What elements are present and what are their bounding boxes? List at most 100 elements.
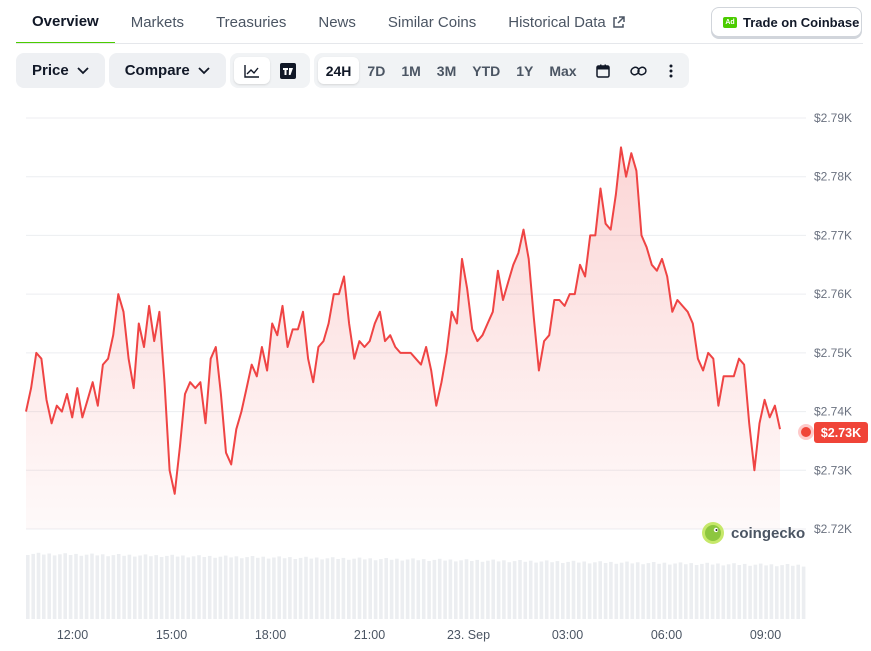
volume-bar	[748, 565, 752, 619]
volume-bar	[700, 563, 704, 619]
volume-bar	[732, 563, 736, 619]
y-tick-label: $2.75K	[814, 346, 852, 360]
volume-bar	[571, 560, 576, 619]
tab-label: Markets	[130, 13, 185, 31]
compare-dropdown[interactable]: Compare	[108, 53, 226, 88]
volume-bar	[496, 561, 501, 619]
chart-toolbar: Price Compare 24H 7D 1M 3M YTD 1Y Max	[16, 53, 689, 88]
volume-bar	[256, 557, 260, 619]
tradingview-button[interactable]	[270, 57, 306, 84]
y-tick-label: $2.74K	[814, 405, 852, 419]
volume-bar	[42, 554, 46, 619]
volume-bar	[593, 562, 597, 619]
price-chart[interactable]: $2.79K $2.78K $2.77K $2.76K $2.75K $2.74K $2.7…	[0, 95, 871, 651]
range-1y[interactable]: 1Y	[508, 57, 541, 84]
volume-bar	[502, 560, 506, 619]
range-3m[interactable]: 3M	[429, 57, 464, 84]
volume-bar	[379, 559, 383, 619]
share-link-button[interactable]	[621, 57, 657, 84]
volume-bar	[619, 562, 624, 619]
range-1m[interactable]: 1M	[393, 57, 428, 84]
volume-bar	[480, 561, 485, 619]
x-tick-label: 09:00	[750, 628, 781, 642]
x-tick-label: 15:00	[156, 628, 187, 642]
volume-bar	[272, 557, 276, 619]
volume-bar	[651, 562, 656, 619]
volume-bar	[791, 565, 795, 619]
volume-bar	[780, 565, 784, 619]
volume-bar	[79, 555, 84, 619]
price-dropdown[interactable]: Price	[16, 53, 105, 88]
current-price-label: $2.73K	[821, 426, 861, 440]
tab-overview[interactable]: Overview	[16, 0, 115, 44]
more-options-button[interactable]	[657, 57, 685, 84]
volume-bar	[47, 553, 51, 619]
volume-bar	[598, 561, 602, 619]
volume-bar	[716, 563, 720, 619]
range-max[interactable]: Max	[541, 57, 584, 84]
volume-bar	[630, 563, 635, 619]
volume-bar	[673, 563, 677, 619]
volume-bar	[550, 562, 554, 619]
line-chart-button[interactable]	[233, 57, 270, 84]
volume-bar	[282, 558, 287, 619]
volume-bar	[347, 559, 351, 619]
volume-bar	[159, 557, 164, 619]
tab-label: Overview	[32, 12, 99, 30]
volume-bar	[668, 564, 672, 619]
volume-bar	[758, 563, 763, 619]
volume-bar	[518, 560, 522, 619]
tab-treasuries[interactable]: Treasuries	[200, 0, 302, 44]
tab-markets[interactable]: Markets	[115, 0, 200, 44]
x-axis: 12:00 15:00 18:00 21:00 23. Sep 03:00 06:00 09:…	[57, 628, 781, 642]
volume-bar	[785, 564, 790, 619]
range-7d[interactable]: 7D	[359, 57, 393, 84]
volume-bar	[614, 563, 619, 619]
volume-bar	[277, 556, 281, 619]
volume-bar	[775, 566, 779, 619]
volume-bar	[58, 554, 62, 619]
volume-bar	[106, 556, 110, 619]
coin-tabs: Overview Markets Treasuries News Similar…	[16, 0, 641, 44]
volume-bar	[448, 559, 453, 619]
volume-bar	[721, 565, 726, 619]
current-price-dot	[798, 424, 814, 440]
volume-bar	[464, 559, 469, 619]
volume-bar	[298, 557, 303, 619]
date-range-button[interactable]	[585, 57, 621, 84]
volume-bar	[400, 560, 405, 619]
chart-type-group	[229, 53, 310, 88]
volume-bar	[288, 557, 292, 619]
range-label: 3M	[436, 62, 457, 79]
volume-bar	[641, 564, 645, 619]
volume-bar	[416, 560, 421, 619]
volume-bar	[539, 561, 544, 619]
range-label: YTD	[472, 62, 501, 79]
tab-historical-data[interactable]: Historical Data	[492, 0, 641, 44]
y-tick-label: $2.78K	[814, 170, 852, 184]
volume-bar	[384, 558, 388, 619]
volume-bars	[26, 552, 806, 619]
volume-bar	[341, 557, 346, 619]
volume-bar	[395, 558, 399, 619]
volume-bar	[432, 559, 437, 619]
volume-bar	[507, 562, 512, 619]
tab-news[interactable]: News	[302, 0, 372, 44]
trade-on-coinbase-button[interactable]: Ad Trade on Coinbase	[711, 7, 862, 37]
y-tick-label: $2.73K	[814, 463, 852, 477]
range-24h[interactable]: 24H	[317, 57, 360, 84]
volume-bar	[470, 561, 474, 619]
volume-bar	[534, 562, 538, 619]
volume-bar	[486, 560, 490, 619]
volume-bar	[202, 557, 207, 619]
tradingview-icon	[279, 62, 296, 79]
coingecko-watermark: coingecko	[702, 522, 805, 544]
volume-bar	[52, 555, 57, 619]
y-tick-label: $2.79K	[814, 111, 852, 125]
tab-similar-coins[interactable]: Similar Coins	[372, 0, 492, 44]
range-ytd[interactable]: YTD	[464, 57, 508, 84]
volume-bar	[245, 557, 249, 619]
volume-bar	[625, 561, 629, 619]
tab-label: Similar Coins	[387, 13, 477, 31]
volume-bar	[90, 553, 94, 619]
